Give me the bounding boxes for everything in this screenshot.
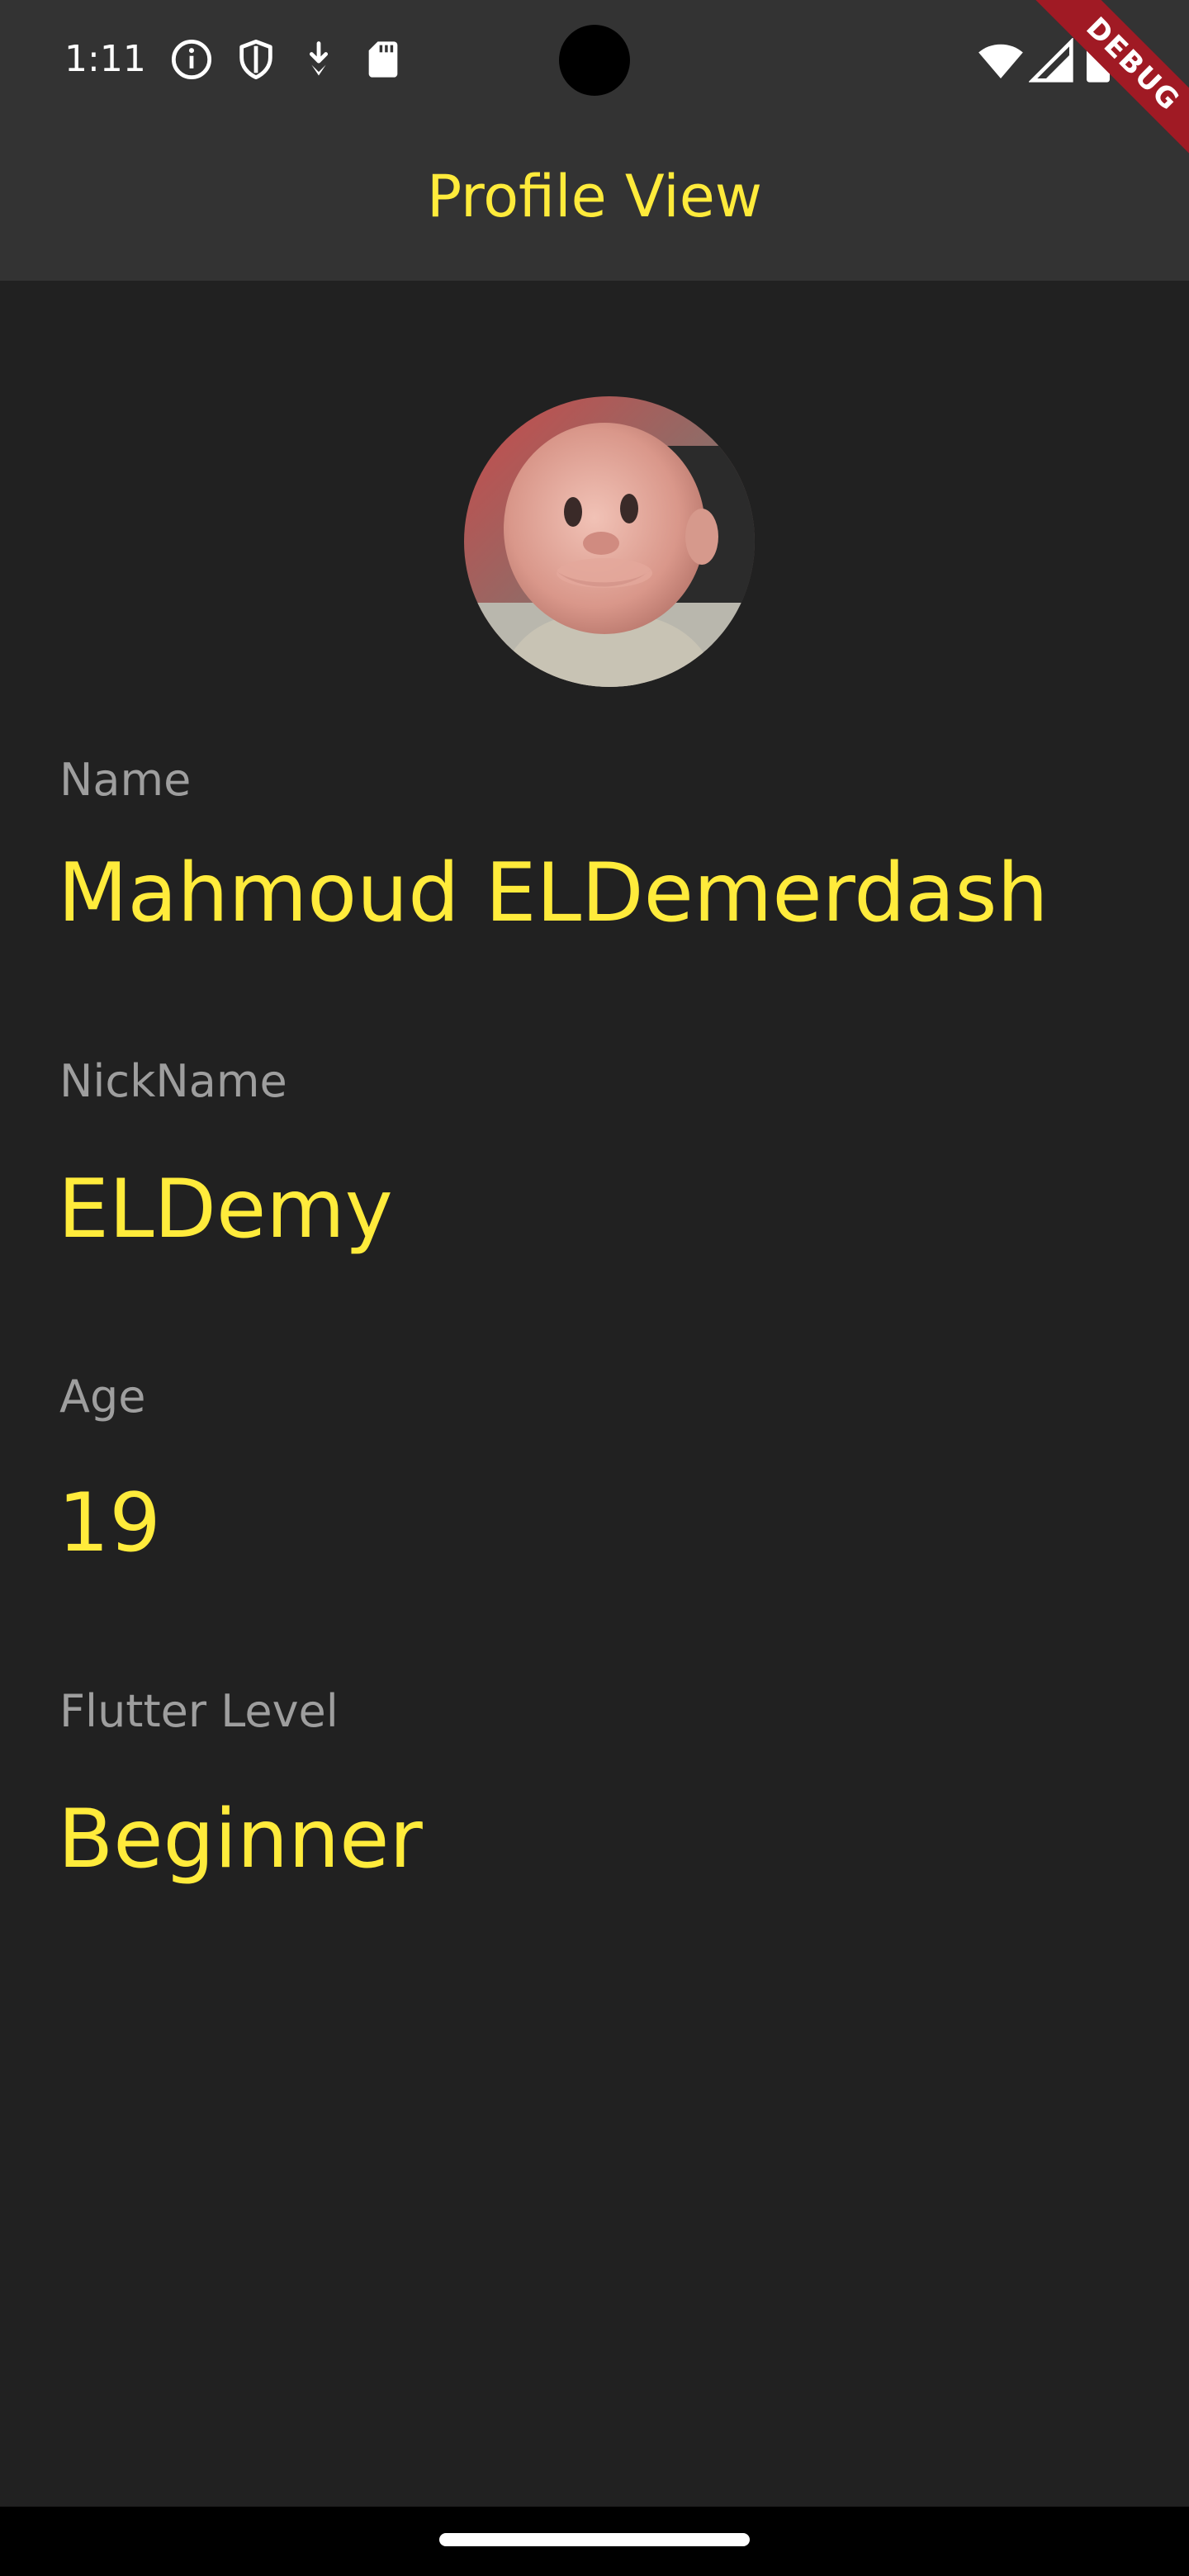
app-bar-title: Profile View	[426, 163, 763, 230]
status-time: 1:11	[64, 38, 146, 80]
flutter-level-label: Flutter Level	[59, 1685, 339, 1737]
profile-avatar	[464, 396, 755, 687]
age-value: 19	[58, 1476, 161, 1570]
shield-icon	[234, 38, 277, 81]
download-icon	[297, 38, 340, 81]
system-nav-bar	[0, 2507, 1189, 2576]
flutter-level-value: Beginner	[58, 1792, 423, 1887]
nickname-label: NickName	[59, 1055, 287, 1107]
sd-card-icon	[362, 38, 405, 81]
status-bar: 1:11	[0, 0, 1189, 124]
age-label: Age	[59, 1371, 146, 1423]
wifi-icon	[978, 38, 1024, 84]
name-value: Mahmoud ELDemerdash	[58, 846, 1049, 940]
app-bar: Profile View	[0, 124, 1189, 281]
cell-signal-icon	[1028, 37, 1075, 84]
camera-cutout	[559, 25, 630, 96]
name-label: Name	[59, 754, 192, 806]
home-indicator[interactable]	[439, 2533, 750, 2546]
info-icon	[170, 38, 213, 81]
nickname-value: ELDemy	[58, 1163, 393, 1257]
battery-icon	[1082, 38, 1115, 84]
profile-screen: 1:11 Profile View DEBUG Name Mahmoud ELD…	[0, 0, 1189, 2576]
